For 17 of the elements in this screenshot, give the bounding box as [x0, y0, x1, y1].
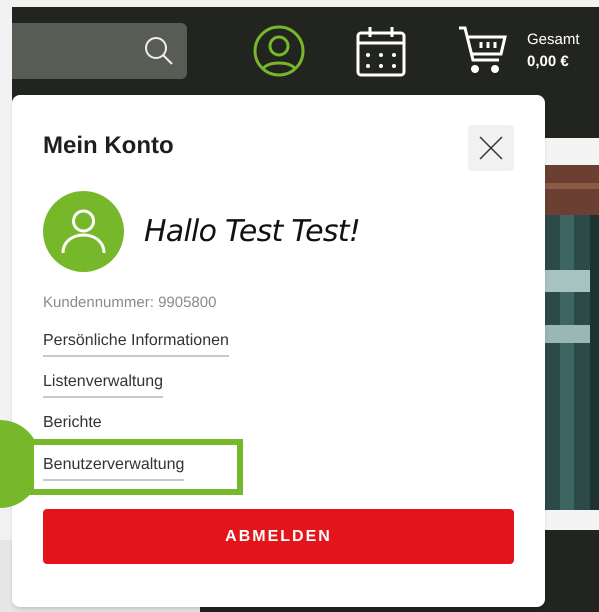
close-button[interactable]: [468, 125, 514, 171]
menu-link[interactable]: Persönliche Informationen: [43, 329, 229, 357]
calendar-icon[interactable]: [355, 25, 407, 77]
user-icon[interactable]: [253, 25, 305, 77]
menu-link[interactable]: Berichte: [43, 411, 102, 439]
customer-number: Kundennummer: 9905800: [43, 293, 218, 313]
close-icon[interactable]: [479, 136, 503, 160]
greeting-text: Hallo Test Test!: [144, 213, 360, 251]
popup-title: Mein Konto: [43, 131, 174, 161]
avatar-icon: [43, 191, 124, 272]
menu-link[interactable]: Benutzerverwaltung: [43, 452, 184, 480]
search-icon[interactable]: [143, 35, 175, 67]
logout-button[interactable]: ABMELDEN: [43, 509, 514, 564]
menu-link[interactable]: Listenverwaltung: [43, 370, 164, 398]
search-field[interactable]: [12, 23, 187, 79]
total-value: 0,00 €: [527, 52, 570, 72]
total-label: Gesamt: [527, 30, 580, 50]
